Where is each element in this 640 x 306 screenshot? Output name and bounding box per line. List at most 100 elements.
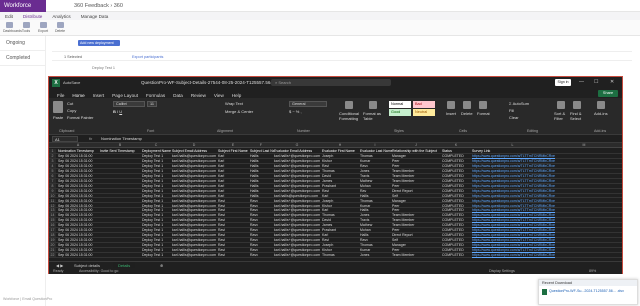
table-cell[interactable]: COMPLETED	[442, 204, 472, 209]
table-cell[interactable]: Ravv	[360, 238, 392, 243]
insert-cells-button[interactable]: Insert	[446, 111, 456, 116]
table-cell[interactable]: Jones	[360, 169, 392, 174]
table-cell[interactable]: https://www.questionpro.com/a/TLTTmTCNRM…	[472, 243, 555, 248]
table-cell[interactable]: Manager	[392, 243, 442, 248]
table-cell[interactable]: Nomination Timestamp	[58, 149, 100, 154]
table-cell[interactable]: karl.hallis+@questionpro.com	[274, 204, 322, 209]
toolbar-button-3[interactable]: Delete	[54, 22, 66, 33]
row-number[interactable]: 17	[49, 228, 56, 232]
table-cell[interactable]: karl.hallis+@questionpro.com	[274, 223, 322, 228]
table-cell[interactable]: Subject First Name	[218, 149, 250, 154]
table-cell[interactable]: Ravv	[250, 213, 274, 218]
row-number[interactable]: 8	[49, 183, 56, 188]
format-table-icon[interactable]	[369, 101, 377, 109]
table-cell[interactable]: Karl	[218, 154, 250, 159]
table-cell[interactable]: karl.hallis+@questionpro.com	[274, 218, 322, 223]
table-cell[interactable]: karl.hallis@questionpro.com	[172, 218, 218, 223]
table-cell[interactable]: Jones	[360, 213, 392, 218]
table-cell[interactable]: COMPLETED	[442, 213, 472, 218]
table-cell[interactable]: karl.hallis+@questionpro.com	[274, 253, 322, 258]
table-cell[interactable]: Subject Email Address	[172, 149, 218, 154]
table-cell[interactable]: https://www.questionpro.com/a/TLTTmTCNRM…	[472, 169, 555, 174]
delete-cells-icon[interactable]	[463, 101, 471, 109]
table-cell[interactable]: Mathew	[360, 223, 392, 228]
table-cell[interactable]: Manager	[392, 154, 442, 159]
copy-button[interactable]: Copy	[67, 108, 76, 113]
column-header-E[interactable]: E	[217, 143, 249, 147]
table-cell[interactable]: Deploy Test 1	[142, 223, 172, 228]
display-settings[interactable]: Display Settings	[489, 269, 515, 273]
table-cell[interactable]: Karl	[218, 169, 250, 174]
table-cell[interactable]: Deploy Test 1	[142, 199, 172, 204]
table-cell[interactable]: Travis	[360, 174, 392, 179]
table-cell[interactable]: karl.hallis+@questionpro.com	[274, 154, 322, 159]
table-cell[interactable]: Hallis	[250, 179, 274, 184]
table-cell[interactable]: Karl	[218, 174, 250, 179]
table-cell[interactable]: karl.hallis@questionpro.com	[274, 194, 322, 199]
close-icon[interactable]: ✕	[610, 79, 614, 85]
table-cell[interactable]: Deployment Name	[142, 149, 172, 154]
table-cell[interactable]: Team Member	[392, 213, 442, 218]
column-header-D[interactable]: D	[171, 143, 217, 147]
table-cell[interactable]: Hallis	[360, 208, 392, 213]
table-cell[interactable]: Deploy Test 1	[142, 189, 172, 194]
table-cell[interactable]: Joseph	[322, 154, 360, 159]
table-cell[interactable]: Travis	[360, 218, 392, 223]
sort-filter-icon[interactable]	[557, 101, 565, 109]
style-neutral[interactable]: Neutral	[413, 109, 435, 116]
zoom-level[interactable]: 89%	[589, 269, 596, 273]
table-cell[interactable]: Kumar	[360, 248, 392, 253]
table-cell[interactable]: Relationship with the Subject	[392, 149, 442, 154]
row-number[interactable]: 16	[49, 223, 56, 227]
table-cell[interactable]: David	[322, 174, 360, 179]
table-cell[interactable]: karl.hallis@questionpro.com	[172, 223, 218, 228]
row-number[interactable]: 2	[49, 154, 56, 158]
row-number[interactable]: 11	[49, 198, 56, 203]
paste-icon[interactable]	[53, 101, 63, 113]
table-cell[interactable]: karl.hallis@questionpro.com	[172, 164, 218, 169]
table-cell[interactable]: Hallis	[250, 189, 274, 194]
breadcrumb[interactable]: 360 Feedback › 360	[74, 3, 123, 9]
table-cell[interactable]: Thomas	[322, 253, 360, 258]
table-cell[interactable]: Deploy Test 1	[142, 184, 172, 189]
table-cell[interactable]: Peer	[392, 204, 442, 209]
table-cell[interactable]: Sep 06 2024 15:31:00	[58, 184, 100, 189]
sidebar-item-0[interactable]: Ongoing	[0, 36, 45, 51]
table-cell[interactable]: karl.hallis+@questionpro.com	[274, 179, 322, 184]
table-cell[interactable]: Deploy Test 1	[142, 228, 172, 233]
table-cell[interactable]: COMPLETED	[442, 159, 472, 164]
table-cell[interactable]: Ravi	[322, 164, 360, 169]
table-cell[interactable]: Karl	[218, 194, 250, 199]
table-cell[interactable]: karl.hallis+@questionpro.com	[274, 233, 322, 238]
app-menu-0[interactable]: Edit	[0, 12, 18, 20]
table-cell[interactable]: Deploy Test 1	[142, 208, 172, 213]
table-cell[interactable]: Kumar	[360, 159, 392, 164]
style-bad[interactable]: Bad	[413, 101, 435, 108]
signin-button[interactable]: Sign in	[555, 79, 571, 86]
addins-icon[interactable]	[597, 101, 605, 109]
format-table-button[interactable]: Format as Table	[363, 111, 383, 121]
table-cell[interactable]: Hallis	[250, 159, 274, 164]
table-cell[interactable]: Sep 06 2024 15:31:00	[58, 228, 100, 233]
table-cell[interactable]: COMPLETED	[442, 189, 472, 194]
table-cell[interactable]: https://www.questionpro.com/a/TLTTmTCNRM…	[472, 204, 555, 209]
table-cell[interactable]: Status	[442, 149, 472, 154]
table-cell[interactable]: Thomas	[322, 169, 360, 174]
table-cell[interactable]: karl.hallis+@questionpro.com	[274, 174, 322, 179]
table-cell[interactable]: Evaluator First Name	[322, 149, 360, 154]
table-cell[interactable]: Karl	[322, 208, 360, 213]
table-cell[interactable]: Karl	[322, 194, 360, 199]
table-cell[interactable]: https://www.questionpro.com/a/TLTTmTCNRM…	[472, 199, 555, 204]
sort-filter-button[interactable]: Sort & Filter	[554, 111, 570, 121]
table-cell[interactable]: Ravv	[250, 253, 274, 258]
row-number[interactable]: 14	[49, 213, 56, 217]
name-box[interactable]: A1	[52, 136, 78, 142]
table-cell[interactable]: Thomas	[360, 154, 392, 159]
table-cell[interactable]: Sep 06 2024 15:31:00	[58, 223, 100, 228]
download-file[interactable]: QuestionPro-WF-Su...2024-T125557.56... .…	[539, 286, 637, 295]
table-cell[interactable]: Mohan	[360, 228, 392, 233]
table-cell[interactable]: COMPLETED	[442, 164, 472, 169]
table-cell[interactable]: karl.hallis@questionpro.com	[172, 243, 218, 248]
table-cell[interactable]: Peer	[392, 159, 442, 164]
table-cell[interactable]: Ravi	[218, 233, 250, 238]
